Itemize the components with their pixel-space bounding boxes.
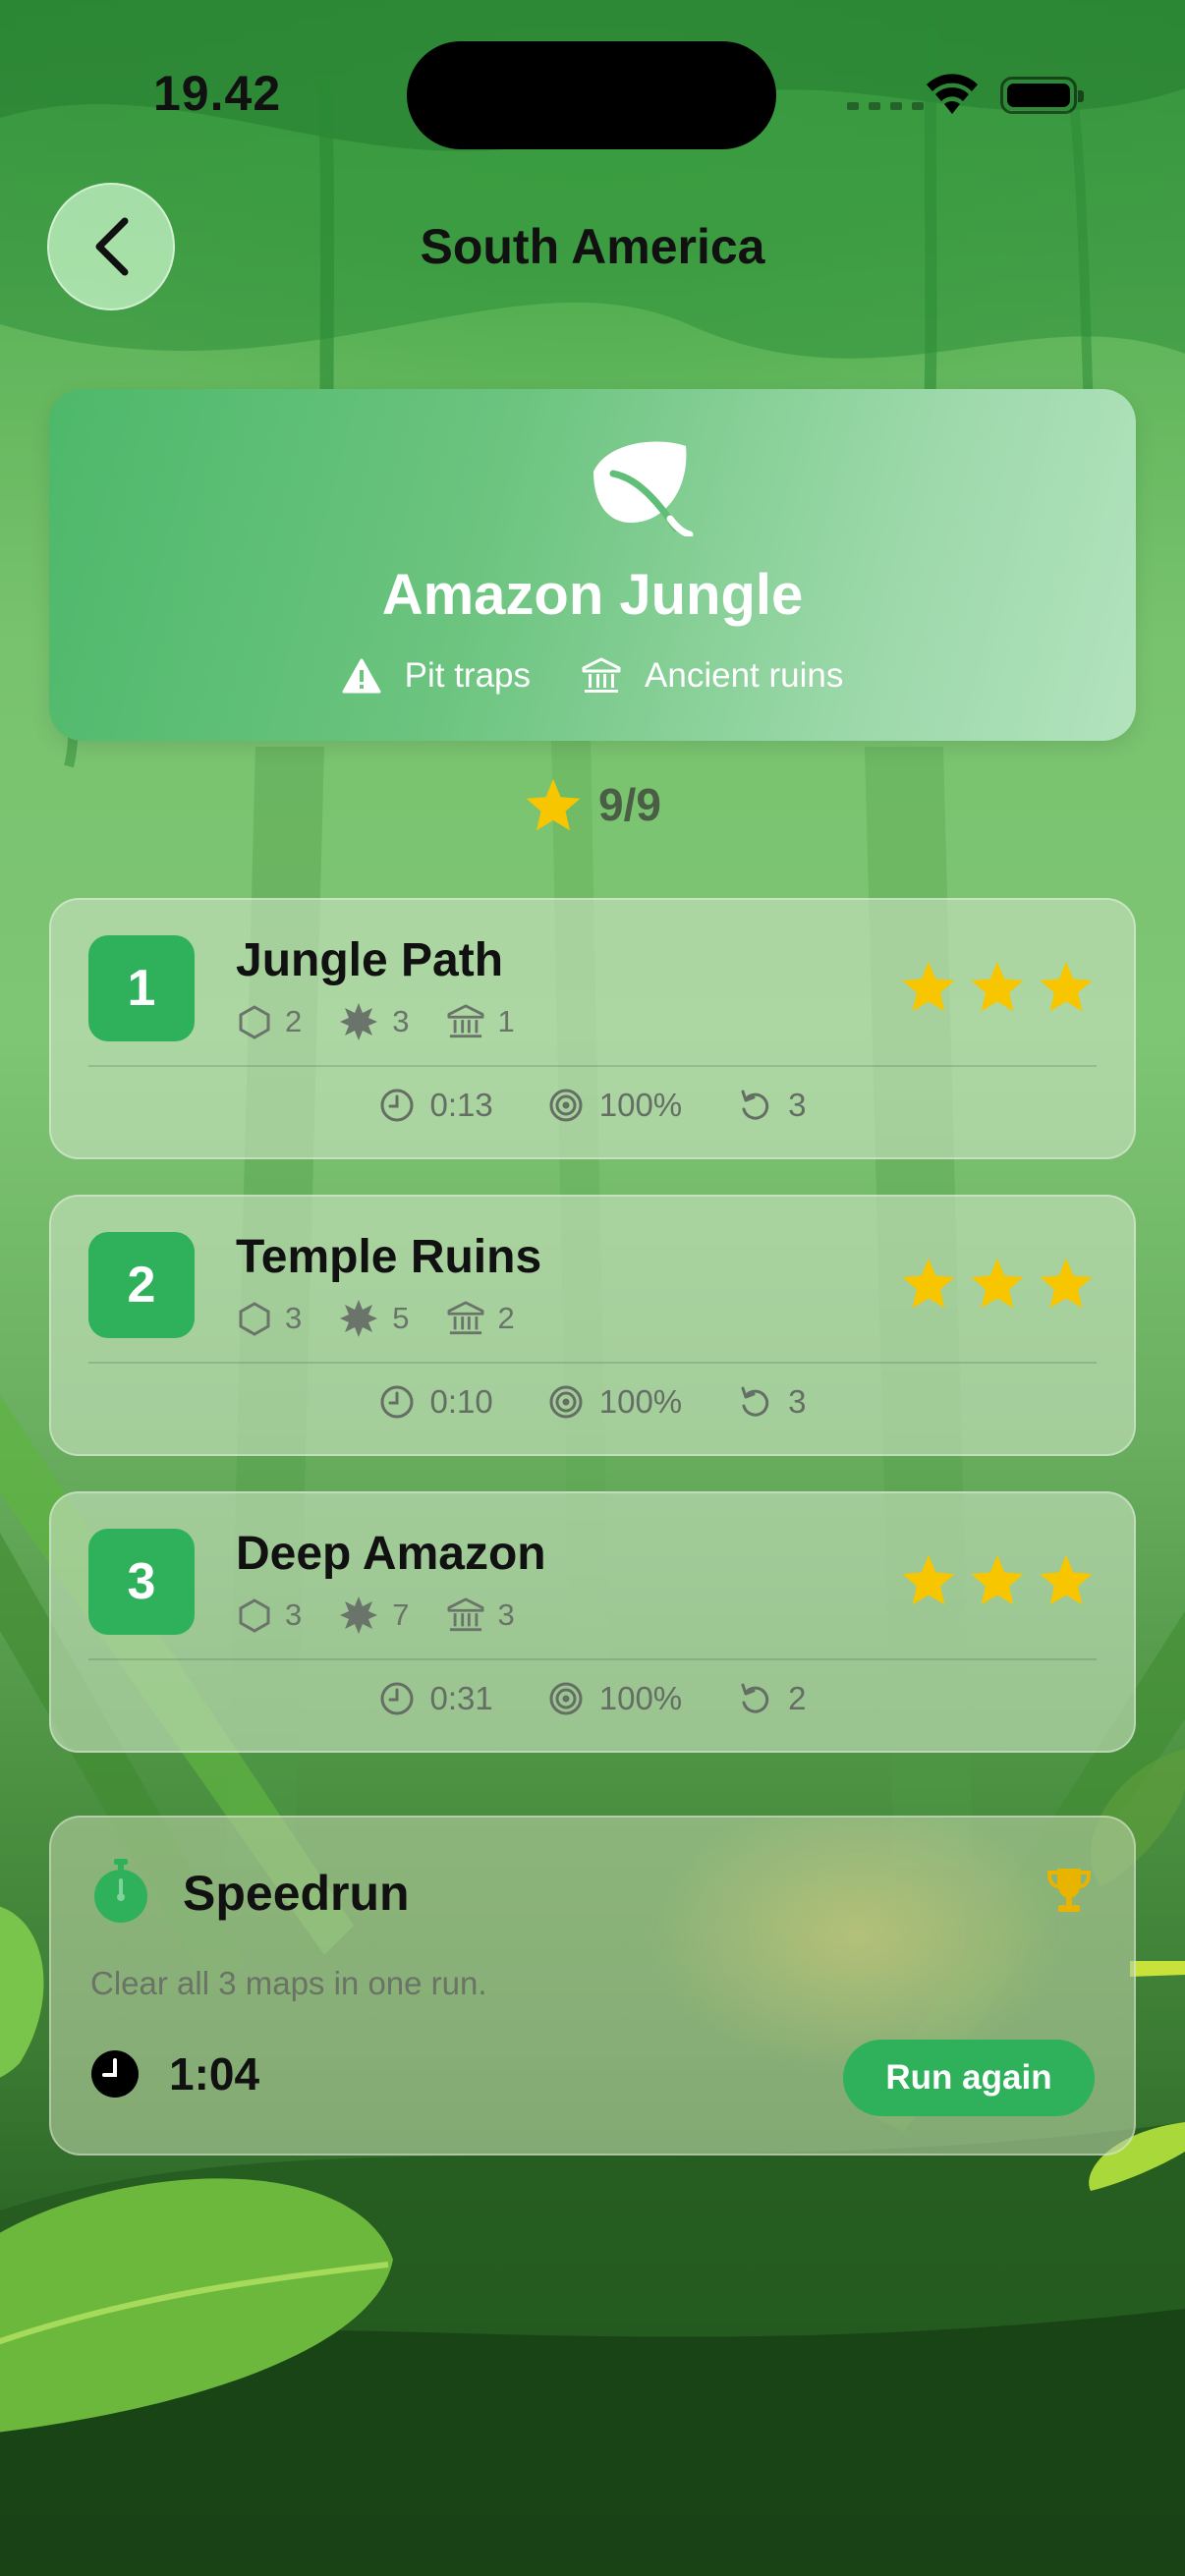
divider <box>88 1658 1097 1660</box>
stars-summary: 9/9 <box>0 776 1185 833</box>
target-icon <box>549 1682 583 1715</box>
level-stats: 0:13 100% 3 <box>51 1087 1134 1124</box>
leaf-icon <box>593 441 694 536</box>
hazard-tags: Pit traps Ancient ruins <box>49 656 1136 696</box>
region-hero-card: Amazon Jungle Pit traps Ancient ruins <box>49 389 1136 741</box>
star-icon <box>902 1258 955 1309</box>
hexagon-icon <box>239 1598 270 1633</box>
speedrun-best-time: 1:04 <box>169 2048 260 2100</box>
star-icon <box>1040 961 1093 1012</box>
hazard-tag: Pit traps <box>342 656 531 696</box>
star-icon <box>1040 1258 1093 1309</box>
level-elements: 3 5 2 <box>238 1299 538 1338</box>
level-name: Jungle Path <box>236 934 504 986</box>
hazard-tag: Ancient ruins <box>582 656 843 696</box>
spike-count: 7 <box>392 1597 410 1632</box>
level-elements: 2 3 1 <box>238 1002 538 1041</box>
dynamic-island <box>407 41 776 149</box>
level-time: 0:31 <box>429 1680 493 1716</box>
ruins-count: 2 <box>497 1301 515 1335</box>
divider <box>88 1065 1097 1067</box>
level-time: 0:10 <box>429 1383 493 1420</box>
hexagon-count: 3 <box>285 1597 303 1632</box>
ruins-icon <box>447 1597 483 1632</box>
clock-icon <box>380 1089 413 1122</box>
retry-icon <box>741 1090 769 1120</box>
level-card[interactable]: 3 Deep Amazon 3 7 3 0:31 100% 2 <box>49 1491 1136 1753</box>
battery-icon <box>1000 77 1084 114</box>
level-card[interactable]: 2 Temple Ruins 3 5 2 0:10 100% 3 <box>49 1195 1136 1456</box>
star-icon <box>971 961 1024 1012</box>
ruins-count: 3 <box>497 1597 515 1632</box>
star-icon <box>971 1258 1024 1309</box>
warning-icon <box>342 658 381 694</box>
level-retries: 3 <box>788 1087 807 1123</box>
star-icon <box>902 1554 955 1605</box>
hexagon-count: 3 <box>285 1301 303 1335</box>
clock-icon <box>380 1385 413 1419</box>
level-stars <box>900 959 1095 1014</box>
level-card[interactable]: 1 Jungle Path 2 3 1 0:13 100% 3 <box>49 898 1136 1159</box>
run-again-button[interactable]: Run again <box>843 2040 1095 2116</box>
speedrun-card: Speedrun Clear all 3 maps in one run. 1:… <box>49 1816 1136 2156</box>
museum-icon <box>582 657 621 693</box>
page-title: South America <box>420 219 765 274</box>
retry-icon <box>741 1386 769 1417</box>
hexagon-count: 2 <box>285 1004 303 1038</box>
hexagon-icon <box>239 1302 270 1336</box>
spike-count: 5 <box>392 1301 410 1335</box>
region-title: Amazon Jungle <box>381 563 804 627</box>
hexagon-icon <box>239 1005 270 1039</box>
divider <box>88 1362 1097 1364</box>
clock-icon <box>380 1682 413 1715</box>
retry-icon <box>741 1683 769 1713</box>
spike-count: 3 <box>392 1004 410 1038</box>
ruins-count: 1 <box>497 1004 515 1038</box>
speedrun-description: Clear all 3 maps in one run. <box>90 1965 487 2001</box>
target-icon <box>549 1385 583 1419</box>
level-number-badge: 2 <box>88 1232 195 1338</box>
star-icon <box>526 778 581 831</box>
level-retries: 2 <box>788 1680 807 1716</box>
level-retries: 3 <box>788 1383 807 1420</box>
level-stats: 0:10 100% 3 <box>51 1383 1134 1421</box>
level-stars <box>900 1256 1095 1311</box>
stars-count: 9/9 <box>598 779 661 830</box>
level-stats: 0:31 100% 2 <box>51 1680 1134 1717</box>
clock-icon <box>91 2050 139 2098</box>
star-icon <box>971 1554 1024 1605</box>
level-number-badge: 1 <box>88 935 195 1041</box>
level-name: Deep Amazon <box>236 1528 546 1580</box>
status-time: 19.42 <box>153 66 282 121</box>
trophy-icon <box>1047 1869 1091 1912</box>
target-icon <box>549 1089 583 1122</box>
wifi-icon <box>927 74 978 114</box>
level-accuracy: 100% <box>598 1087 683 1123</box>
status-bar: 19.42 <box>0 0 1185 187</box>
level-number-badge: 3 <box>88 1529 195 1635</box>
level-elements: 3 7 3 <box>238 1596 538 1635</box>
spike-icon <box>340 1300 378 1337</box>
speedrun-title: Speedrun <box>183 1866 410 1921</box>
level-stars <box>900 1552 1095 1607</box>
hazard-tag-label: Ancient ruins <box>645 656 844 695</box>
level-accuracy: 100% <box>598 1383 683 1420</box>
level-time: 0:13 <box>429 1087 493 1123</box>
level-name: Temple Ruins <box>236 1231 542 1283</box>
ruins-icon <box>447 1301 483 1335</box>
spike-icon <box>340 1596 378 1634</box>
cellular-signal-icon <box>847 102 924 110</box>
ruins-icon <box>447 1004 483 1038</box>
level-accuracy: 100% <box>598 1680 683 1716</box>
star-icon <box>1040 1554 1093 1605</box>
stopwatch-icon <box>94 1859 147 1923</box>
hazard-tag-label: Pit traps <box>404 656 532 695</box>
star-icon <box>902 961 955 1012</box>
spike-icon <box>340 1003 378 1040</box>
